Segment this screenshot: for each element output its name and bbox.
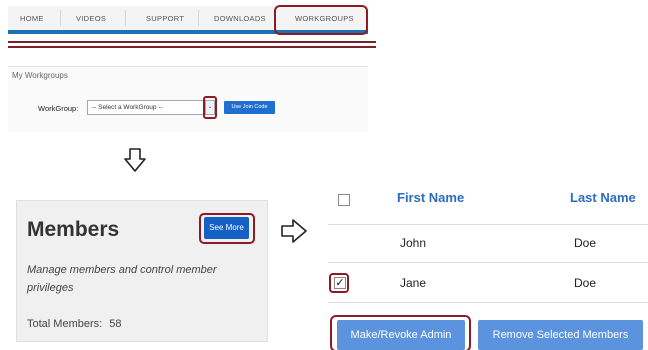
row-divider (328, 224, 648, 225)
nav-downloads[interactable]: DOWNLOADS (214, 14, 266, 23)
total-members-value: 58 (109, 318, 122, 330)
workgroup-select[interactable]: -- Select a WorkGroup -- (87, 100, 205, 115)
panel-title: My Workgroups (12, 71, 68, 80)
members-card: Members See More Manage members and cont… (16, 200, 268, 342)
nav-separator (125, 10, 126, 26)
row-divider (328, 302, 648, 303)
last-name-cell: Doe (574, 276, 597, 290)
nav-support[interactable]: SUPPORT (146, 14, 184, 23)
highlight-box (330, 315, 471, 350)
use-join-code-button[interactable]: Use Join Code (224, 101, 275, 114)
total-members-label: Total Members: (27, 318, 103, 330)
nav-separator (198, 10, 199, 26)
highlight-box (199, 213, 255, 244)
divider-line (8, 46, 376, 48)
row-divider (328, 262, 648, 263)
highlight-box (329, 273, 349, 293)
select-all-checkbox[interactable] (338, 194, 350, 206)
column-header-last-name[interactable]: Last Name (570, 190, 636, 205)
card-title: Members (27, 218, 120, 241)
workgroup-label: WorkGroup: (38, 104, 79, 113)
nav-home[interactable]: HOME (20, 14, 44, 23)
highlight-box (203, 96, 217, 119)
nav-separator (60, 10, 61, 26)
nav-videos[interactable]: VIDEOS (76, 14, 106, 23)
highlight-box (274, 5, 368, 35)
remove-selected-members-button[interactable]: Remove Selected Members (478, 320, 643, 350)
first-name-cell: Jane (400, 276, 427, 290)
arrow-right-icon (281, 219, 307, 243)
divider-line (8, 41, 376, 43)
arrow-down-icon (124, 148, 146, 172)
first-name-cell: John (400, 236, 427, 250)
last-name-cell: Doe (574, 236, 597, 250)
column-header-first-name[interactable]: First Name (397, 190, 464, 205)
card-description: Manage members and control member privil… (27, 264, 217, 294)
total-members: Total Members: 58 (27, 318, 122, 330)
workgroups-panel: My Workgroups WorkGroup: -- Select a Wor… (8, 66, 368, 132)
